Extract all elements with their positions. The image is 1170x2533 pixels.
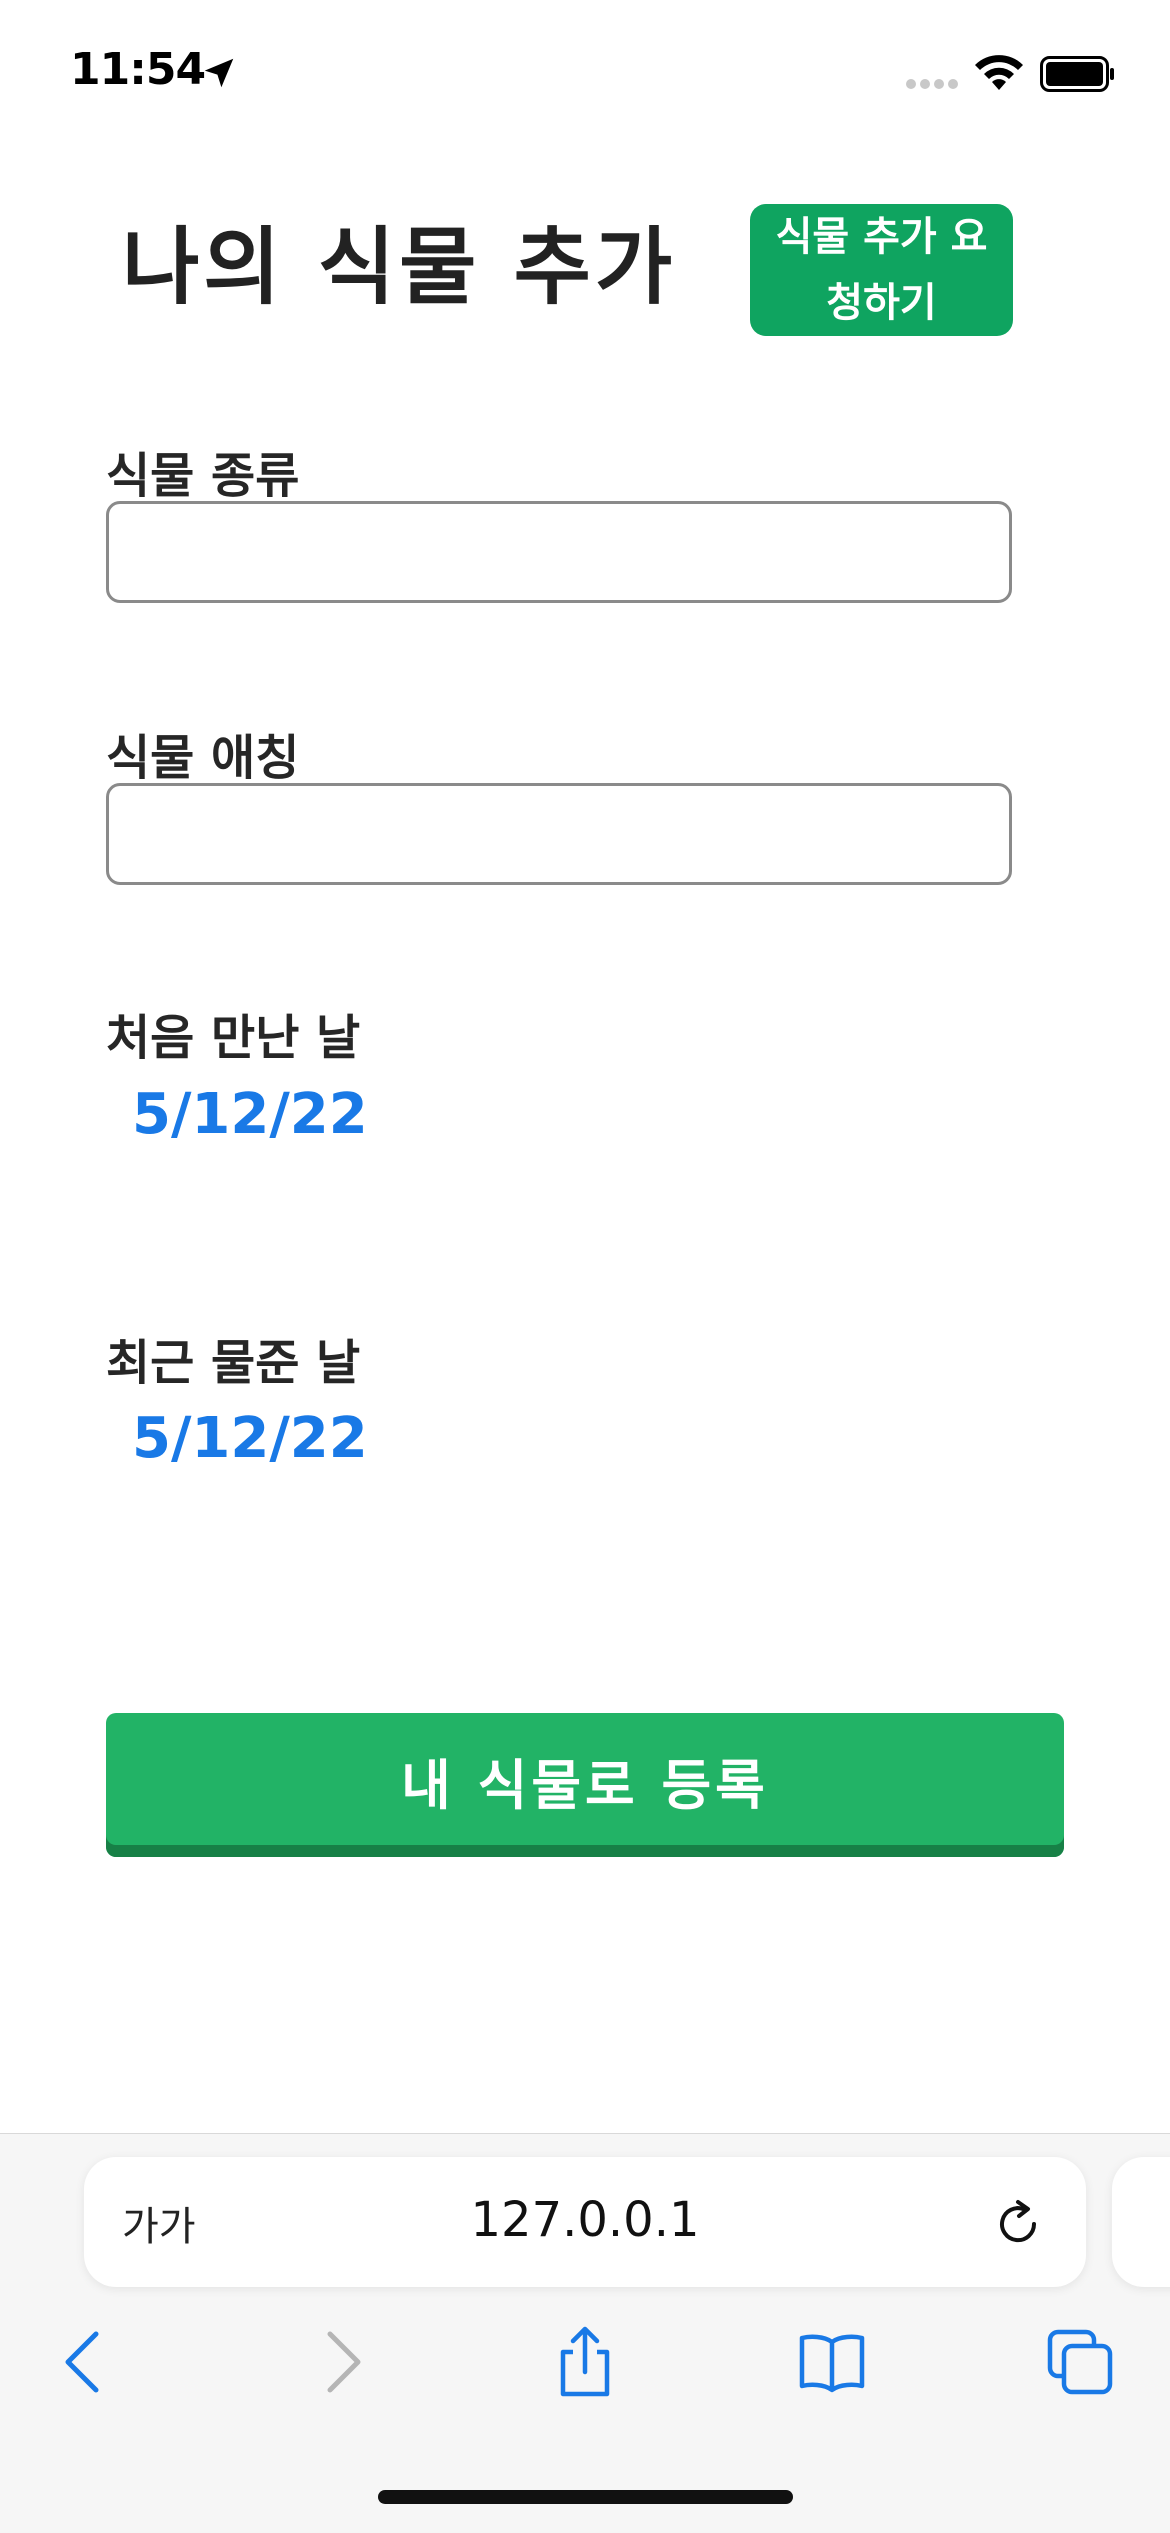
register-plant-button[interactable]: 내 식물로 등록: [106, 1713, 1064, 1857]
location-arrow-icon: [204, 58, 234, 88]
status-time: 11:54: [70, 44, 206, 95]
plant-type-input[interactable]: [106, 501, 1012, 603]
bookmarks-icon[interactable]: [796, 2326, 868, 2398]
tabs-icon[interactable]: [1044, 2326, 1116, 2398]
plant-type-label: 식물 종류: [106, 448, 300, 504]
status-bar: 11:54: [0, 0, 1170, 140]
forward-icon[interactable]: [304, 2326, 376, 2398]
first-met-label: 처음 만난 날: [106, 1010, 361, 1066]
plant-nickname-input[interactable]: [106, 783, 1012, 885]
reload-icon[interactable]: [990, 2196, 1046, 2252]
cellular-signal-icon: [906, 79, 960, 93]
back-icon[interactable]: [50, 2326, 122, 2398]
home-indicator: [378, 2490, 793, 2504]
page-title: 나의 식물 추가: [122, 218, 677, 316]
last-watered-date-picker[interactable]: 5/12/22: [132, 1406, 368, 1471]
first-met-date-picker[interactable]: 5/12/22: [132, 1082, 368, 1147]
last-watered-label: 최근 물준 날: [106, 1335, 361, 1391]
request-plant-button[interactable]: 식물 추가 요청하기: [750, 204, 1013, 336]
plant-nickname-label: 식물 애칭: [106, 730, 300, 786]
wifi-icon: [975, 55, 1023, 90]
share-icon[interactable]: [549, 2326, 621, 2398]
battery-icon: [1040, 56, 1114, 92]
request-plant-button-label: 식물 추가 요청하기: [775, 214, 988, 326]
